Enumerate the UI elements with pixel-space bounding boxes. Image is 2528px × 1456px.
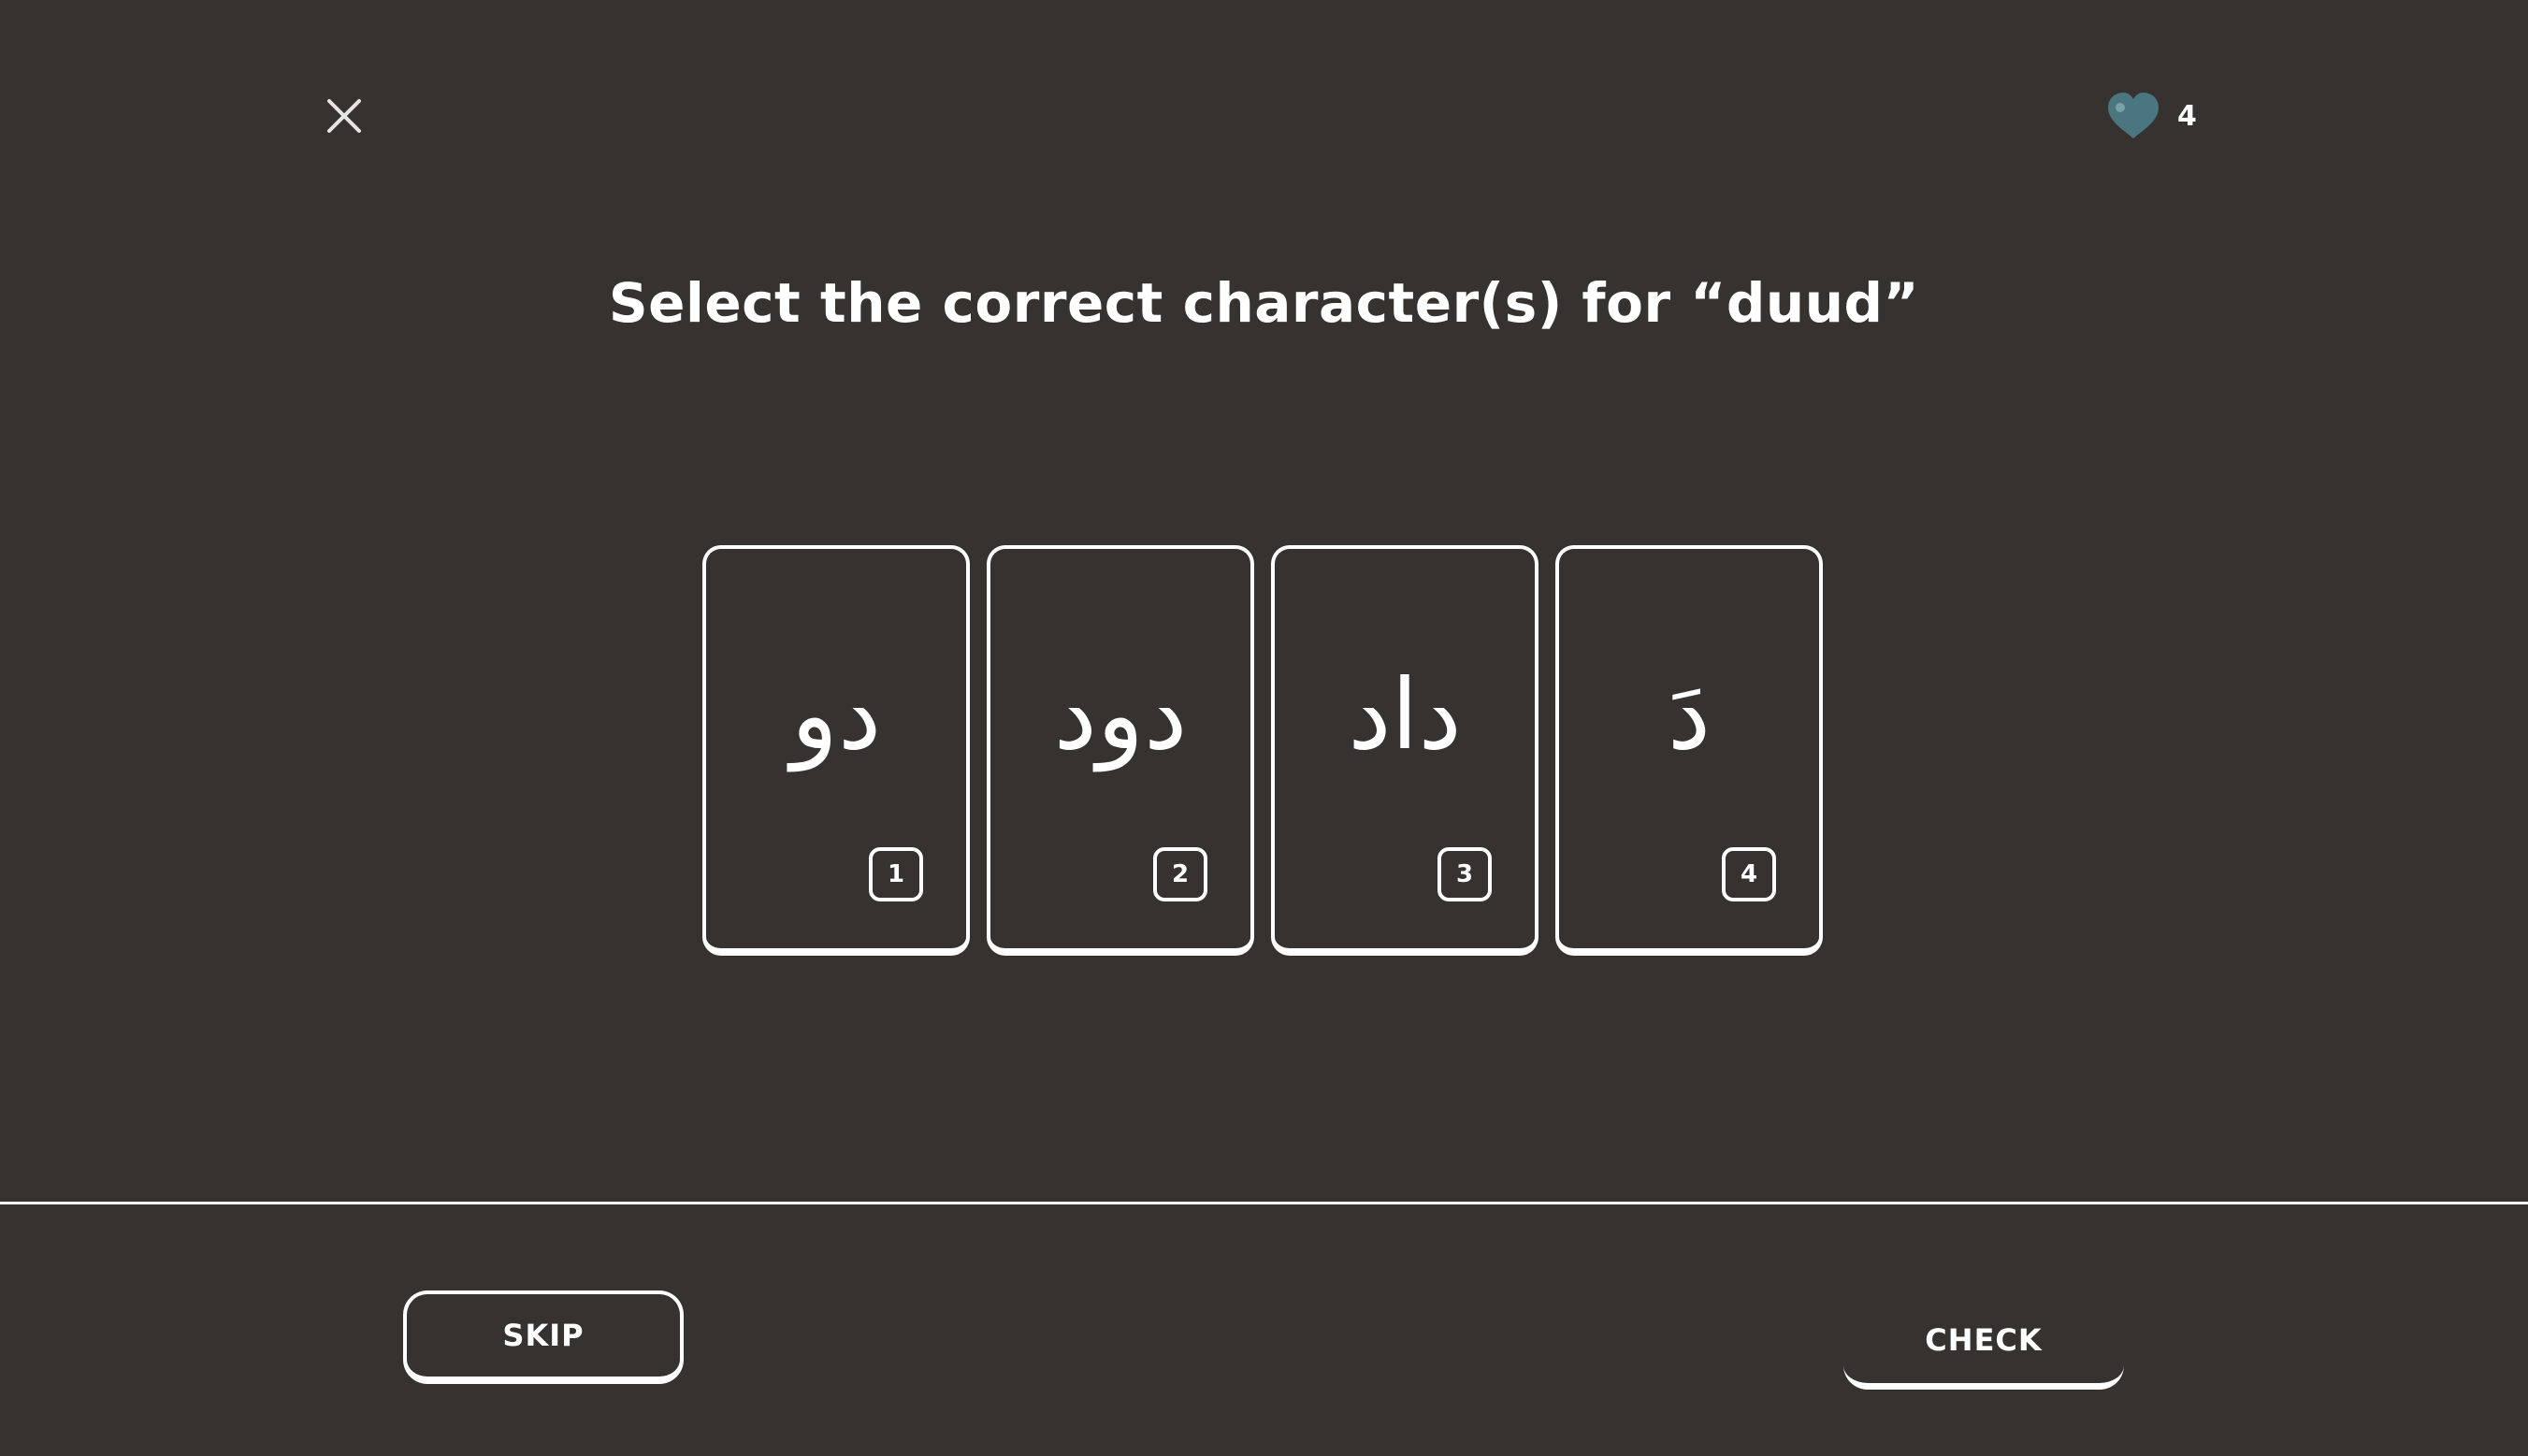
close-icon [327,99,361,133]
choice-key-hint: 4 [1722,847,1776,901]
heart-icon [2108,93,2159,138]
choice-card-2[interactable]: دود 2 [987,545,1254,956]
close-button[interactable] [322,94,367,138]
hearts-count: 4 [2177,99,2197,133]
choice-glyph: دو [790,657,882,771]
choice-card-1[interactable]: دو 1 [702,545,970,956]
choice-glyph: دود [1053,657,1188,771]
skip-button[interactable]: SKIP [403,1290,684,1384]
check-button[interactable]: CHECK [1843,1296,2124,1390]
choice-cards: دو 1 دود 2 داد 3 دَ 4 [702,545,1823,956]
footer-divider [0,1202,2528,1204]
choice-glyph: داد [1348,657,1462,771]
choice-card-3[interactable]: داد 3 [1271,545,1538,956]
choice-glyph: دَ [1667,657,1712,771]
choice-card-4[interactable]: دَ 4 [1555,545,1823,956]
choice-key-hint: 2 [1153,847,1207,901]
choice-key-hint: 1 [869,847,923,901]
lesson-screen: 4 Select the correct character(s) for “d… [0,0,2528,1456]
hearts-counter: 4 [2106,90,2197,142]
challenge-prompt: Select the correct character(s) for “duu… [608,271,1920,335]
choice-key-hint: 3 [1437,847,1492,901]
